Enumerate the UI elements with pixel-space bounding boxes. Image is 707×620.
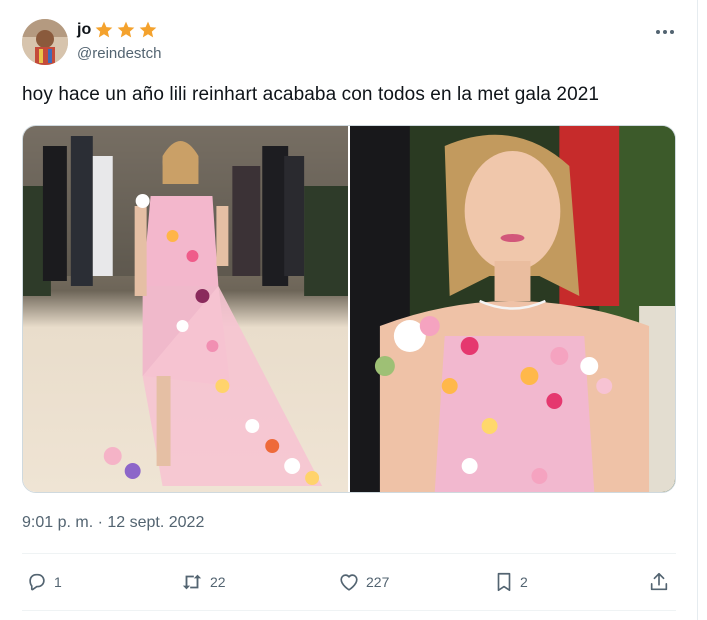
more-dot (663, 30, 667, 34)
tweet-card: jo @reindestch hoy hace un año lili rein… (0, 0, 698, 620)
share-icon (650, 572, 668, 591)
like-button[interactable]: 227 (338, 566, 389, 598)
star-icon (139, 21, 157, 38)
bookmark-icon (497, 572, 511, 592)
action-bar: 1 22 227 2 (22, 566, 676, 598)
retweet-count: 22 (210, 574, 226, 590)
media-grid (22, 125, 676, 493)
star-icon (117, 21, 135, 38)
more-options-button[interactable] (652, 22, 678, 42)
media-photo-full-length[interactable] (23, 126, 348, 492)
heart-icon (340, 574, 358, 591)
bookmark-count: 2 (520, 574, 528, 590)
bookmark-button[interactable]: 2 (494, 566, 528, 598)
share-button[interactable] (648, 566, 670, 598)
reply-count: 1 (54, 574, 62, 590)
star-icon (95, 21, 113, 38)
avatar[interactable] (22, 19, 68, 65)
more-dot (656, 30, 660, 34)
media-photo-close-up[interactable] (350, 126, 675, 492)
reply-button[interactable]: 1 (26, 566, 62, 598)
tweet-text: hoy hace un año lili reinhart acababa co… (22, 84, 600, 105)
display-name-text[interactable]: jo (77, 21, 91, 39)
retweet-button[interactable]: 22 (180, 566, 226, 598)
more-dot (670, 30, 674, 34)
retweet-icon (182, 574, 202, 590)
divider (22, 610, 676, 611)
name-emoji-stars (94, 20, 158, 40)
reply-icon (29, 573, 45, 591)
tweet-timestamp[interactable]: 9:01 p. m. · 12 sept. 2022 (22, 514, 204, 532)
display-name[interactable]: jo (77, 20, 158, 40)
like-count: 227 (366, 574, 390, 590)
user-handle[interactable]: @reindestch (77, 45, 161, 62)
divider (22, 553, 676, 554)
